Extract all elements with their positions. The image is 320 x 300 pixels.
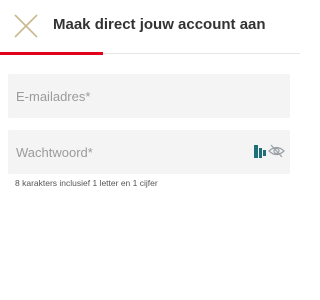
- active-tab-indicator: [0, 52, 103, 55]
- password-hint: 8 karakters inclusief 1 letter en 1 cijf…: [15, 178, 158, 188]
- signup-page: Maak direct jouw account aan 8 karakters…: [0, 0, 300, 300]
- page-title: Maak direct jouw account aan: [53, 16, 266, 33]
- email-field-container: [8, 74, 290, 118]
- eye-slash-icon[interactable]: [268, 143, 285, 159]
- close-icon: [14, 14, 38, 38]
- close-button[interactable]: [13, 13, 39, 39]
- password-manager-icon[interactable]: [254, 145, 266, 158]
- header: Maak direct jouw account aan: [0, 0, 300, 55]
- password-field-container: [8, 130, 290, 174]
- password-field[interactable]: [8, 130, 290, 174]
- email-field[interactable]: [8, 74, 290, 118]
